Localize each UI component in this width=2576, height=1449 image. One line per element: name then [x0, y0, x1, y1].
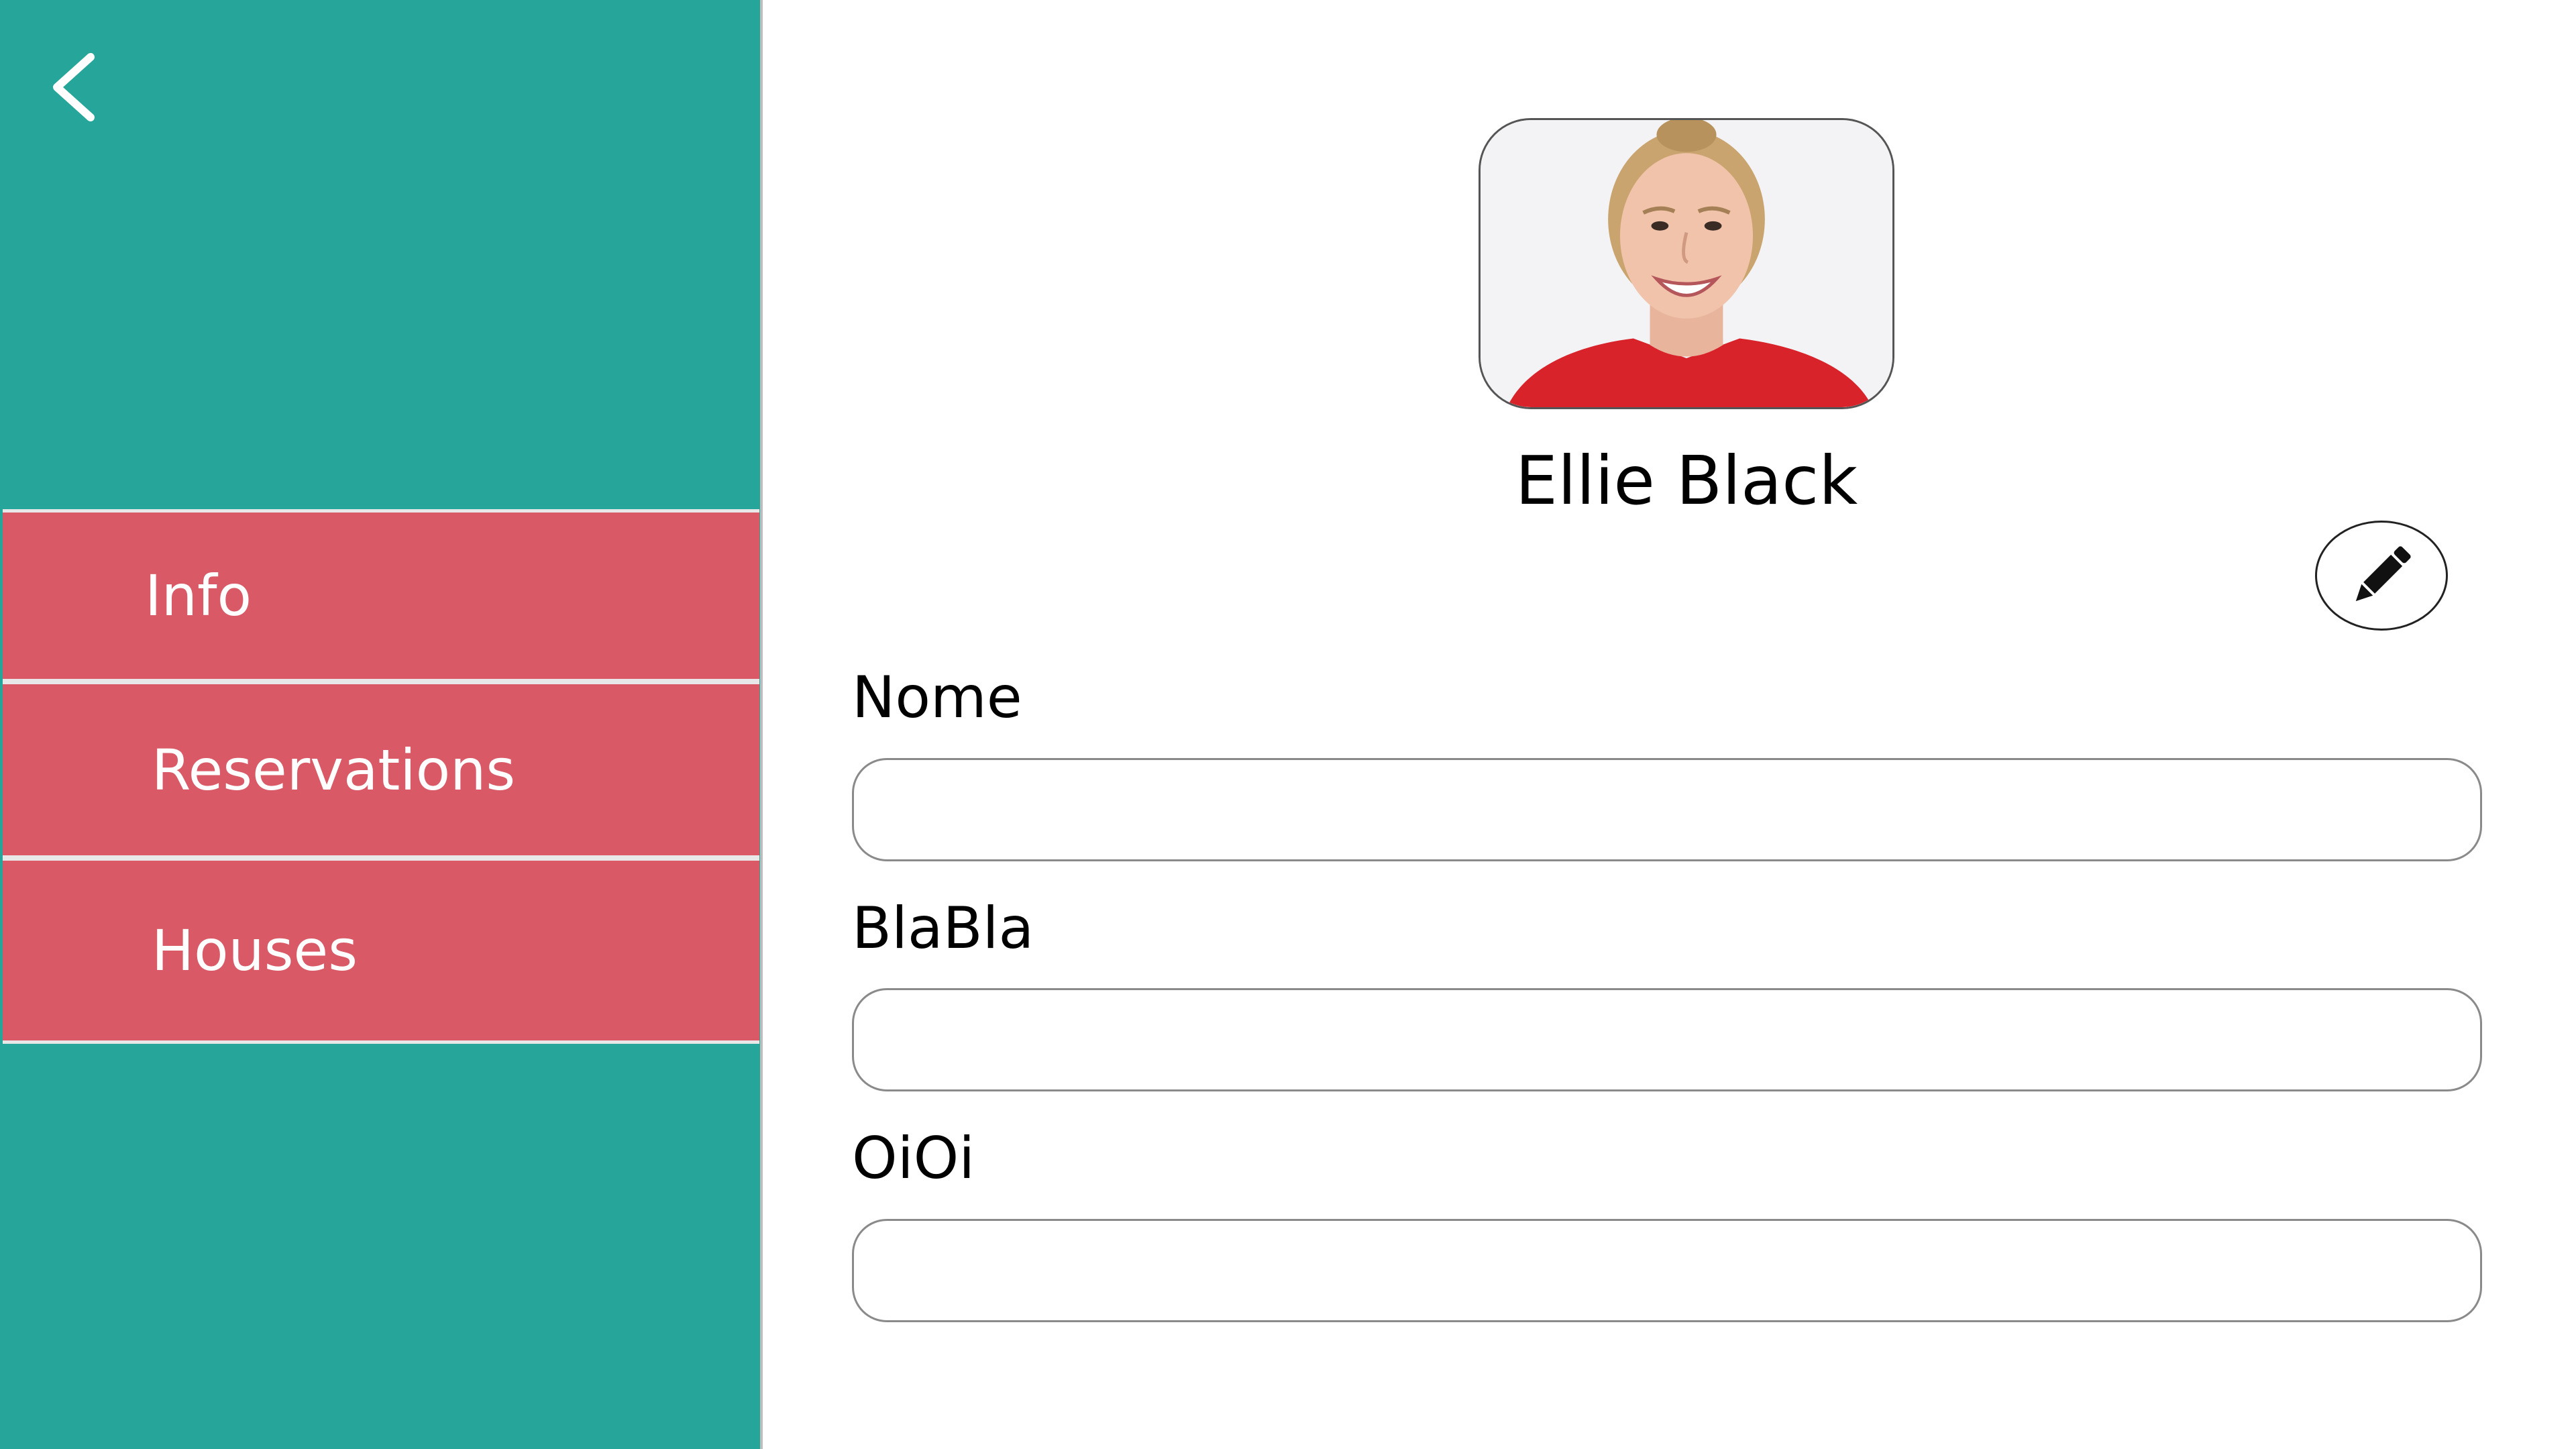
oioi-field[interactable]	[852, 1219, 2482, 1322]
chevron-left-icon	[53, 53, 95, 121]
sidebar-item-label: Reservations	[152, 737, 516, 803]
sidebar-item-label: Houses	[152, 918, 358, 983]
app-window: Info Reservations Houses Ellie Black Nom…	[0, 0, 2576, 1449]
back-button[interactable]	[34, 47, 114, 127]
user-name: Ellie Black	[1515, 441, 1858, 520]
pencil-icon	[2355, 546, 2411, 602]
nome-field[interactable]	[852, 758, 2482, 861]
sidebar-item-reservations[interactable]: Reservations	[3, 681, 759, 859]
field-label-blabla: BlaBla	[852, 895, 1034, 962]
field-label-oioi: OiOi	[852, 1125, 975, 1192]
avatar	[1479, 118, 1894, 409]
sidebar: Info Reservations Houses	[0, 0, 763, 1449]
sidebar-item-label: Info	[145, 563, 252, 629]
blabla-field[interactable]	[852, 988, 2482, 1091]
edit-button[interactable]	[2315, 521, 2448, 631]
sidebar-item-info[interactable]: Info	[3, 509, 759, 682]
field-label-nome: Nome	[852, 664, 1022, 731]
sidebar-item-houses[interactable]: Houses	[3, 857, 759, 1044]
profile-photo	[1481, 120, 1892, 407]
